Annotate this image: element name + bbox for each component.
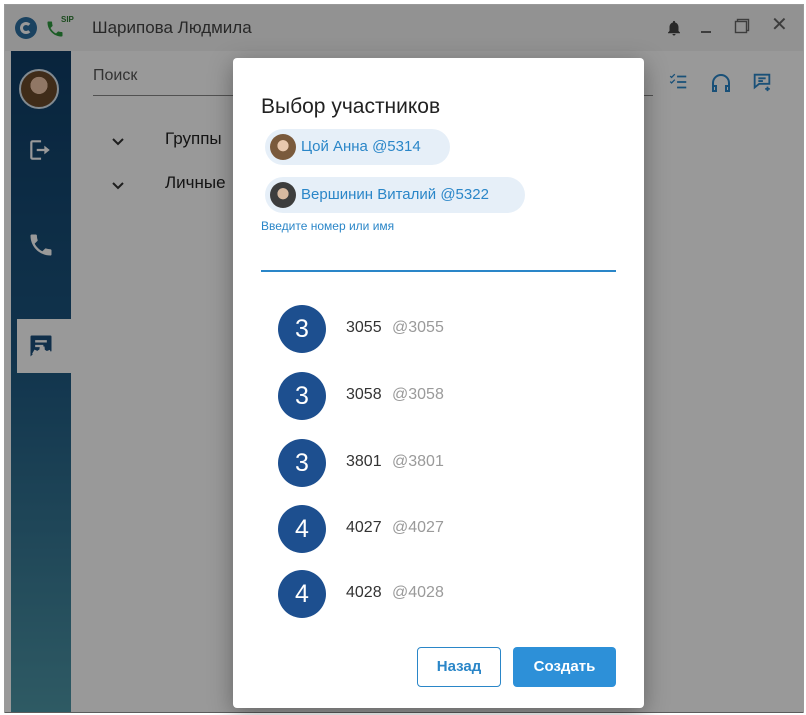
contact-row[interactable]: 3 3058 @3058 (278, 372, 598, 422)
contact-row[interactable]: 4 4028 @4028 (278, 570, 598, 620)
contact-avatar: 4 (278, 505, 326, 553)
contact-handle: @3058 (392, 386, 444, 403)
dialog-title: Выбор участников (261, 95, 441, 118)
chip-avatar (270, 134, 296, 160)
contact-handle: @4027 (392, 519, 444, 536)
contact-handle: @3801 (392, 453, 444, 470)
contact-avatar: 4 (278, 570, 326, 618)
contact-row[interactable]: 3 3801 @3801 (278, 439, 598, 489)
input-underline (261, 270, 616, 272)
selected-chip[interactable]: Цой Анна @5314 (265, 129, 450, 165)
contact-avatar: 3 (278, 372, 326, 420)
chip-avatar (270, 182, 296, 208)
contact-name: 4028 (346, 584, 382, 601)
select-participants-dialog: Выбор участников Цой Анна @5314 Вершинин… (233, 58, 644, 708)
contact-handle: @4028 (392, 584, 444, 601)
participant-search-input[interactable]: Введите номер или имя (261, 219, 394, 233)
chip-label: Цой Анна @5314 (301, 138, 421, 155)
contact-avatar: 3 (278, 439, 326, 487)
contact-handle: @3055 (392, 319, 444, 336)
contact-name: 4027 (346, 519, 382, 536)
contact-row[interactable]: 4 4027 @4027 (278, 505, 598, 555)
contact-name: 3058 (346, 386, 382, 403)
contact-avatar: 3 (278, 305, 326, 353)
contact-name: 3055 (346, 319, 382, 336)
contact-row[interactable]: 3 3055 @3055 (278, 305, 598, 355)
selected-chip[interactable]: Вершинин Виталий @5322 (265, 177, 525, 213)
back-button[interactable]: Назад (417, 647, 501, 687)
chip-label: Вершинин Виталий @5322 (301, 186, 489, 203)
create-button[interactable]: Создать (513, 647, 616, 687)
contact-name: 3801 (346, 453, 382, 470)
